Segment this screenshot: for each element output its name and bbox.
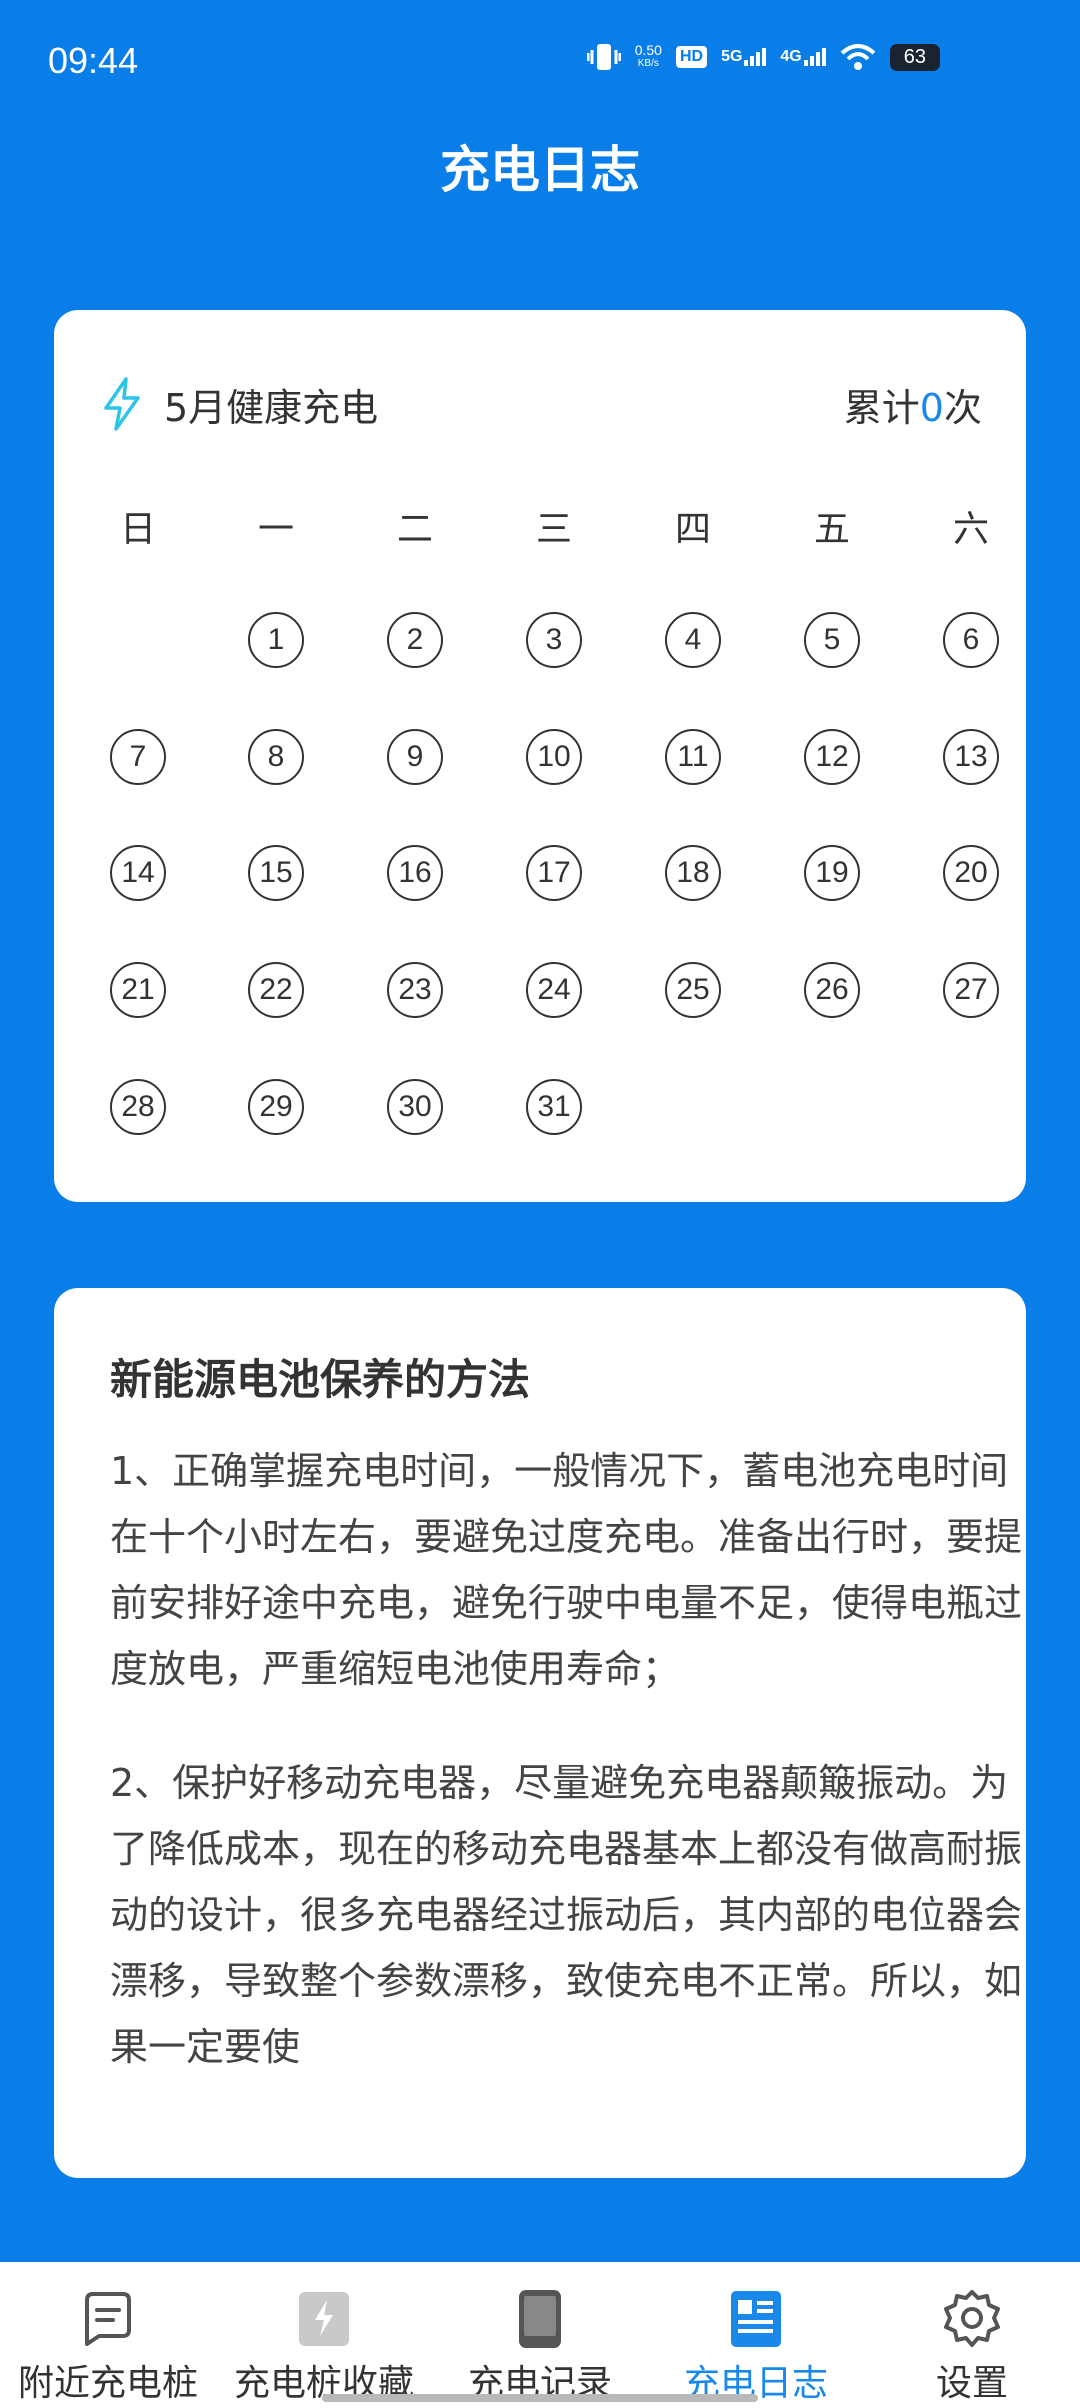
- tab-label: 设置: [935, 2363, 1008, 2404]
- calendar-day[interactable]: 27: [943, 962, 999, 1018]
- log-document-icon: [731, 2291, 781, 2347]
- calendar-day[interactable]: 26: [804, 962, 860, 1018]
- weekday-label: 六: [952, 509, 989, 550]
- tab-label: 附近充电桩: [17, 2363, 198, 2404]
- home-indicator[interactable]: [322, 2394, 758, 2402]
- calendar-day[interactable]: 16: [387, 845, 443, 901]
- charge-count: 累计0次: [844, 377, 982, 432]
- calendar-day[interactable]: 29: [248, 1079, 304, 1135]
- calendar-day[interactable]: 4: [665, 612, 721, 668]
- weekday-label: 二: [396, 509, 433, 550]
- calendar-day[interactable]: 13: [943, 729, 999, 785]
- calendar-day[interactable]: 28: [110, 1079, 166, 1135]
- calendar-day[interactable]: 11: [665, 729, 721, 785]
- count-value: 0: [919, 385, 944, 430]
- battery-level: 63: [889, 43, 940, 71]
- calendar-day[interactable]: 6: [943, 612, 999, 668]
- calendar-day[interactable]: 3: [526, 612, 582, 668]
- calendar-day[interactable]: 22: [248, 962, 304, 1018]
- gear-icon: [944, 2290, 1000, 2347]
- weekday-label: 四: [674, 509, 711, 550]
- status-icons: 0.50 KB/s HD 5G 4G 63: [586, 42, 940, 72]
- signal-bars-icon: [744, 48, 767, 66]
- tips-body: 1、正确掌握充电时间，一般情况下，蓄电池充电时间在十个小时左右，要避免过度充电。…: [110, 1438, 1026, 2128]
- tab-charge-records[interactable]: 充电记录: [432, 2262, 648, 2408]
- wifi-icon: [840, 44, 876, 70]
- calendar-title: 5月健康充电: [98, 376, 378, 432]
- bottom-tab-bar: 附近充电桩 充电桩收藏 充电记录 充电日志 设置: [0, 2262, 1080, 2408]
- calendar-day[interactable]: 24: [526, 962, 582, 1018]
- calendar-day[interactable]: 9: [387, 729, 443, 785]
- calendar-day[interactable]: 10: [526, 729, 582, 785]
- calendar-day[interactable]: 7: [110, 729, 166, 785]
- weekday-label: 一: [257, 509, 294, 550]
- net-label-4g: 4G: [780, 48, 802, 65]
- charging-pile-icon: [299, 2292, 349, 2346]
- signal-5g: 5G: [721, 48, 767, 66]
- signal-bars-icon: [803, 48, 826, 66]
- weekday-label: 五: [813, 509, 850, 550]
- tips-card[interactable]: 新能源电池保养的方法 1、正确掌握充电时间，一般情况下，蓄电池充电时间在十个小时…: [54, 1288, 1026, 2178]
- calendar-day[interactable]: 2: [387, 612, 443, 668]
- calendar-day[interactable]: 21: [110, 962, 166, 1018]
- calendar-day[interactable]: 20: [943, 845, 999, 901]
- calendar-day[interactable]: 8: [248, 729, 304, 785]
- weekday-row: 日一二三四五六: [92, 500, 992, 560]
- calendar-day[interactable]: 19: [804, 845, 860, 901]
- status-time: 09:44: [48, 40, 139, 81]
- tips-paragraph: 1、正确掌握充电时间，一般情况下，蓄电池充电时间在十个小时左右，要避免过度充电。…: [110, 1449, 1023, 1691]
- calendar-header: 5月健康充电 累计0次: [98, 374, 982, 434]
- calendar-day[interactable]: 31: [526, 1079, 582, 1135]
- calendar-card: 5月健康充电 累计0次 日一二三四五六 1 2 3 4 5 6 7 8 9 10 11 12 13 14 1…: [54, 310, 1026, 1202]
- calendar-day[interactable]: 1: [248, 612, 304, 668]
- signal-4g: 4G: [780, 48, 826, 66]
- calendar-day[interactable]: 5: [804, 612, 860, 668]
- weekday-label: 日: [119, 509, 156, 550]
- calendar-day[interactable]: 25: [665, 962, 721, 1018]
- status-bar: 09:44 0.50 KB/s HD 5G 4G 63: [0, 0, 1080, 110]
- tab-nearby-chargers[interactable]: 附近充电桩: [0, 2262, 216, 2408]
- count-prefix: 累计: [843, 385, 920, 430]
- lightning-icon: [104, 377, 140, 431]
- page-title: 充电日志: [440, 141, 640, 199]
- speed-value: 0.50: [634, 42, 662, 58]
- tab-settings[interactable]: 设置: [864, 2262, 1080, 2408]
- speed-unit: KB/s: [637, 58, 659, 69]
- net-label-5g: 5G: [721, 48, 743, 65]
- calendar-day[interactable]: 15: [248, 845, 304, 901]
- calendar-day[interactable]: 17: [526, 845, 582, 901]
- calendar-day[interactable]: 18: [665, 845, 721, 901]
- tab-favorite-chargers[interactable]: 充电桩收藏: [216, 2262, 432, 2408]
- tab-charge-log[interactable]: 充电日志: [648, 2262, 864, 2408]
- calendar-day[interactable]: 30: [387, 1079, 443, 1135]
- count-suffix: 次: [943, 385, 982, 430]
- weekday-label: 三: [535, 509, 572, 550]
- network-speed: 0.50 KB/s: [635, 43, 662, 71]
- tips-paragraph: 2、保护好移动充电器，尽量避免充电器颠簸振动。为了降低成本，现在的移动充电器基本…: [110, 1761, 1023, 2069]
- tips-title: 新能源电池保养的方法: [110, 1355, 531, 1404]
- calendar-day[interactable]: 12: [804, 729, 860, 785]
- calendar-day[interactable]: 23: [387, 962, 443, 1018]
- hd-badge: HD: [675, 46, 708, 68]
- calendar-day[interactable]: 14: [110, 845, 166, 901]
- month-label: 5月健康充电: [164, 385, 379, 430]
- message-list-icon: [85, 2292, 131, 2346]
- vibrate-icon: [586, 44, 621, 70]
- tablet-icon: [519, 2290, 561, 2348]
